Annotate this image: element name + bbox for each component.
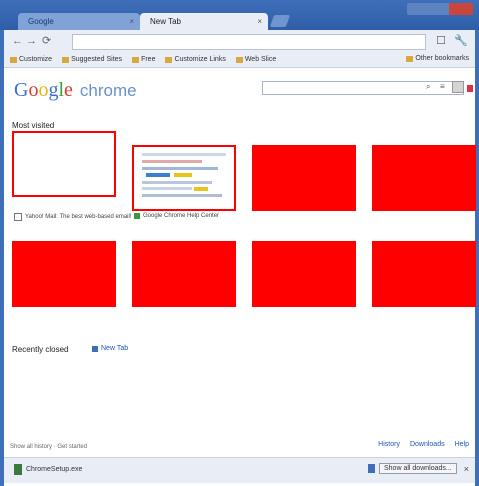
- show-all-downloads-button[interactable]: Show all downloads...: [379, 463, 457, 474]
- help-link[interactable]: Help: [455, 441, 469, 448]
- toolbar: ← → ⟳ ☐ 🔧: [4, 30, 475, 52]
- download-item[interactable]: ChromeSetup.exe: [14, 464, 82, 475]
- pin-icon[interactable]: [18, 135, 26, 143]
- tab-new-tab[interactable]: New Tab ×: [140, 13, 268, 30]
- downloads-link[interactable]: Downloads: [410, 441, 445, 448]
- folder-icon: [406, 55, 414, 62]
- page-preview: [142, 153, 226, 197]
- thumbnail-empty[interactable]: [252, 241, 356, 307]
- reload-icon[interactable]: ⟳: [42, 35, 51, 47]
- other-bookmarks[interactable]: Other bookmarks: [406, 55, 469, 62]
- close-tab-icon[interactable]: ×: [129, 13, 134, 30]
- search-icon[interactable]: ⌕: [426, 82, 430, 92]
- wrench-icon[interactable]: 🔧: [454, 35, 468, 47]
- download-file-label: ChromeSetup.exe: [26, 466, 83, 473]
- new-tab-button[interactable]: [269, 15, 291, 27]
- bookmark-icon: [10, 56, 17, 63]
- history-link[interactable]: History: [378, 441, 400, 448]
- bookmark-icon: [235, 56, 243, 63]
- search-button[interactable]: [452, 81, 464, 93]
- bookmark-icon: [62, 56, 70, 63]
- bookmark-item[interactable]: Customize: [10, 56, 52, 63]
- thumbnail-yahoo[interactable]: [12, 131, 116, 197]
- forward-icon[interactable]: →: [26, 35, 37, 47]
- tip-icon: [467, 85, 473, 92]
- footer-links: History Downloads Help: [378, 441, 469, 448]
- favicon-icon: [14, 213, 22, 221]
- logo-google: Google: [14, 79, 73, 101]
- window-controls: [407, 3, 473, 15]
- show-all-downloads[interactable]: Show all downloads...: [368, 463, 457, 474]
- thumbnail-empty[interactable]: [12, 241, 116, 307]
- tab-label: New Tab: [150, 17, 181, 26]
- page-icon: [92, 345, 98, 352]
- download-shelf: ChromeSetup.exe Show all downloads... ×: [4, 457, 475, 483]
- bookmarks-bar: Customize Suggested Sites Free Customize…: [4, 52, 475, 68]
- thumbnail-empty[interactable]: [132, 241, 236, 307]
- tab-label: Google: [28, 17, 54, 26]
- recently-closed-item[interactable]: New Tab: [92, 345, 128, 352]
- most-visited-title: Most visited: [12, 121, 55, 130]
- bookmark-icon: [165, 56, 173, 63]
- bookmark-item[interactable]: Customize Links: [165, 56, 226, 63]
- thumbnail-label[interactable]: Yahoo! Mail: The best web-based email!: [14, 213, 132, 221]
- download-file-icon: [14, 464, 22, 475]
- close-tab-icon[interactable]: ×: [257, 13, 262, 30]
- new-tab-page: Google chrome ⌕ ≡ Most visited Yahoo! Ma…: [4, 69, 476, 450]
- downloads-icon: [368, 464, 375, 473]
- footer-left: Show all history · Get started: [10, 444, 88, 450]
- favicon-icon: [134, 213, 140, 219]
- logo-chrome: chrome: [79, 81, 137, 100]
- search-history-input[interactable]: [262, 81, 464, 95]
- recently-closed-title: Recently closed: [12, 345, 69, 354]
- thumbnail-chrome-help[interactable]: [132, 145, 236, 211]
- bookmark-item[interactable]: Web Slice: [235, 56, 276, 63]
- thumbnail-empty[interactable]: [372, 145, 476, 211]
- back-icon[interactable]: ←: [12, 35, 23, 47]
- close-window-button[interactable]: [449, 3, 473, 15]
- bookmark-item[interactable]: Suggested Sites: [62, 56, 122, 63]
- tab-google[interactable]: Google ×: [18, 13, 140, 30]
- thumbnail-empty[interactable]: [252, 145, 356, 211]
- thumbnail-empty[interactable]: [372, 241, 476, 307]
- google-chrome-logo: Google chrome: [14, 79, 137, 102]
- bookmark-item[interactable]: Free: [132, 56, 155, 63]
- address-bar[interactable]: [72, 34, 426, 50]
- thumbnail-label[interactable]: Google Chrome Help Center: [134, 213, 219, 219]
- title-bar: Google × New Tab ×: [0, 0, 479, 30]
- page-menu-icon[interactable]: ☐: [436, 35, 446, 47]
- bookmark-icon: [132, 56, 140, 63]
- close-shelf-icon[interactable]: ×: [464, 464, 469, 474]
- list-view-icon[interactable]: ≡: [440, 82, 445, 91]
